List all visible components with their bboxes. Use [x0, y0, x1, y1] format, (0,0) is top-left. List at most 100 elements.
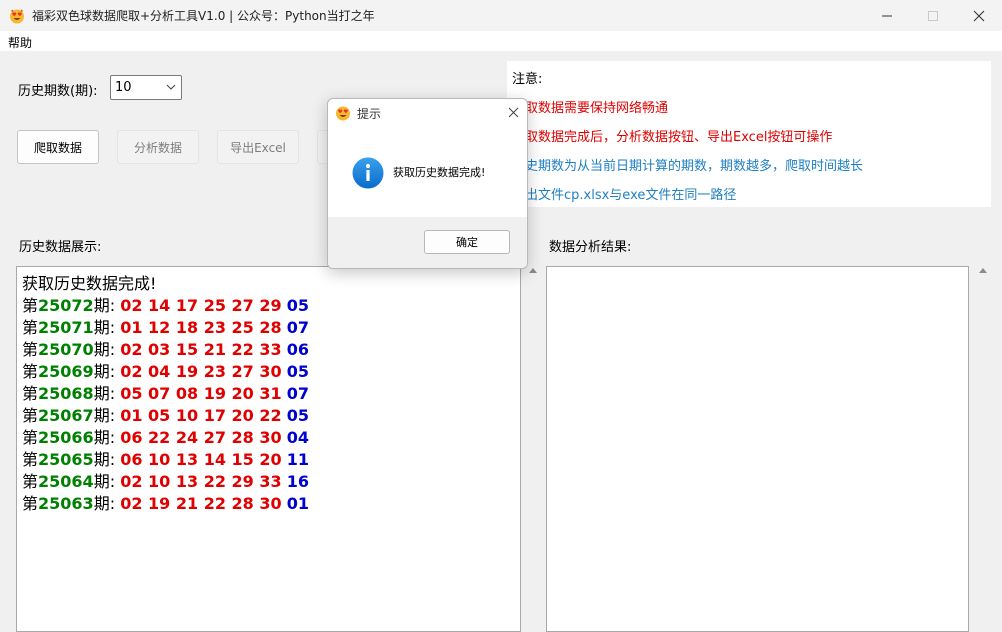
history-row: 第25069期: 02 04 19 23 27 30 05 [22, 361, 309, 383]
red-balls: 02 10 13 22 29 33 [120, 472, 282, 491]
issue-number: 25069 [38, 362, 94, 381]
window-title: 福彩双色球数据爬取+分析工具V1.0 | 公众号：Python当打之年 [32, 9, 375, 23]
issue-prefix: 第 [22, 318, 39, 337]
title-bar: 福彩双色球数据爬取+分析工具V1.0 | 公众号：Python当打之年 [0, 0, 1002, 31]
issue-prefix: 第 [22, 362, 39, 381]
red-balls: 02 04 19 23 27 30 [120, 362, 282, 381]
history-rows: 第25072期: 02 14 17 25 27 29 05 第25071期: 01… [22, 295, 309, 515]
history-label: 历史数据展示: [19, 240, 102, 255]
issue-suffix: 期: [93, 384, 116, 403]
analyze-button[interactable]: 分析数据 [117, 130, 199, 164]
blue-ball: 06 [286, 340, 309, 359]
analysis-label: 数据分析结果: [549, 240, 632, 255]
issue-suffix: 期: [93, 362, 116, 381]
blue-ball: 07 [286, 384, 309, 403]
blue-ball: 05 [286, 362, 309, 381]
history-content: 获取历史数据完成! 第25072期: 02 14 17 25 27 29 05 第… [22, 273, 309, 515]
notice-line-1: 爬取数据需要保持网络畅通 [512, 101, 669, 116]
blue-ball: 16 [286, 472, 309, 491]
crawl-button[interactable]: 爬取数据 [17, 130, 99, 164]
red-balls: 02 19 21 22 28 30 [120, 494, 282, 513]
issue-prefix: 第 [22, 384, 39, 403]
history-row: 第25072期: 02 14 17 25 27 29 05 [22, 295, 309, 317]
info-dialog: 提示 获取历史数据完成! 确定 [327, 98, 528, 269]
notice-title: 注意: [512, 72, 543, 87]
issue-number: 25068 [38, 384, 94, 403]
issue-number: 25063 [38, 494, 94, 513]
history-textbox[interactable]: 获取历史数据完成! 第25072期: 02 14 17 25 27 29 05 第… [16, 266, 521, 632]
history-row: 第25070期: 02 03 15 21 22 33 06 [22, 339, 309, 361]
red-balls: 02 14 17 25 27 29 [120, 296, 282, 315]
period-select[interactable]: 10 [110, 75, 182, 100]
dialog-footer: 确定 [328, 217, 527, 268]
maximize-button[interactable] [910, 0, 956, 31]
issue-suffix: 期: [93, 428, 116, 447]
red-balls: 01 05 10 17 20 22 [120, 406, 282, 425]
notice-line-4: 导出文件cp.xlsx与exe文件在同一路径 [512, 188, 737, 203]
issue-suffix: 期: [93, 472, 116, 491]
history-row: 第25071期: 01 12 18 23 25 28 07 [22, 317, 309, 339]
period-label: 历史期数(期): [18, 84, 98, 99]
issue-prefix: 第 [22, 296, 39, 315]
heart-eyes-emoji-icon [10, 9, 24, 23]
issue-suffix: 期: [93, 340, 116, 359]
blue-ball: 11 [286, 450, 309, 469]
issue-number: 25072 [38, 296, 94, 315]
scroll-up-arrow-icon[interactable] [528, 266, 538, 274]
issue-prefix: 第 [22, 472, 39, 491]
red-balls: 06 10 13 14 15 20 [120, 450, 282, 469]
red-balls: 05 07 08 19 20 31 [120, 384, 282, 403]
history-row: 第25068期: 05 07 08 19 20 31 07 [22, 383, 309, 405]
analysis-textbox[interactable] [546, 266, 969, 632]
chevron-down-icon [166, 84, 176, 90]
menu-bar: 帮助 [0, 31, 1002, 51]
issue-suffix: 期: [93, 450, 116, 469]
history-header: 获取历史数据完成! [22, 274, 157, 293]
red-balls: 06 22 24 27 28 30 [120, 428, 282, 447]
red-balls: 02 03 15 21 22 33 [120, 340, 282, 359]
red-balls: 01 12 18 23 25 28 [120, 318, 282, 337]
dialog-title-bar: 提示 [328, 99, 527, 127]
notice-panel: 注意: 爬取数据需要保持网络畅通 爬取数据完成后，分析数据按钮、导出Excel按… [507, 61, 991, 207]
issue-prefix: 第 [22, 494, 39, 513]
history-row: 第25066期: 06 22 24 27 28 30 04 [22, 427, 309, 449]
history-row: 第25065期: 06 10 13 14 15 20 11 [22, 449, 309, 471]
issue-prefix: 第 [22, 406, 39, 425]
blue-ball: 05 [286, 296, 309, 315]
issue-number: 25067 [38, 406, 94, 425]
blue-ball: 04 [286, 428, 309, 447]
close-button[interactable] [956, 0, 1002, 31]
history-row: 第25063期: 02 19 21 22 28 30 01 [22, 493, 309, 515]
menu-help[interactable]: 帮助 [8, 34, 32, 51]
issue-number: 25065 [38, 450, 94, 469]
blue-ball: 01 [286, 494, 309, 513]
scroll-up-arrow-icon[interactable] [978, 266, 988, 274]
issue-prefix: 第 [22, 428, 39, 447]
info-icon [352, 157, 384, 189]
issue-number: 25064 [38, 472, 94, 491]
period-value: 10 [115, 80, 132, 95]
blue-ball: 07 [286, 318, 309, 337]
issue-suffix: 期: [93, 318, 116, 337]
notice-line-3: 历史期数为从当前日期计算的期数，期数越多，爬取时间越长 [512, 159, 864, 174]
dialog-title: 提示 [357, 107, 382, 121]
heart-eyes-emoji-icon [336, 106, 350, 121]
minimize-button[interactable] [864, 0, 910, 31]
issue-prefix: 第 [22, 450, 39, 469]
issue-prefix: 第 [22, 340, 39, 359]
minimize-icon [882, 15, 892, 16]
issue-number: 25071 [38, 318, 94, 337]
blue-ball: 05 [286, 406, 309, 425]
history-row: 第25064期: 02 10 13 22 29 33 16 [22, 471, 309, 493]
ok-button[interactable]: 确定 [424, 230, 510, 254]
dialog-message: 获取历史数据完成! [393, 166, 486, 179]
dialog-body: 获取历史数据完成! [328, 127, 527, 215]
close-icon [973, 10, 985, 21]
notice-line-2: 爬取数据完成后，分析数据按钮、导出Excel按钮可操作 [512, 130, 833, 145]
export-excel-button[interactable]: 导出Excel [217, 130, 299, 164]
close-icon[interactable] [508, 107, 519, 118]
issue-suffix: 期: [93, 494, 116, 513]
history-row: 第25067期: 01 05 10 17 20 22 05 [22, 405, 309, 427]
issue-number: 25070 [38, 340, 94, 359]
issue-suffix: 期: [93, 406, 116, 425]
